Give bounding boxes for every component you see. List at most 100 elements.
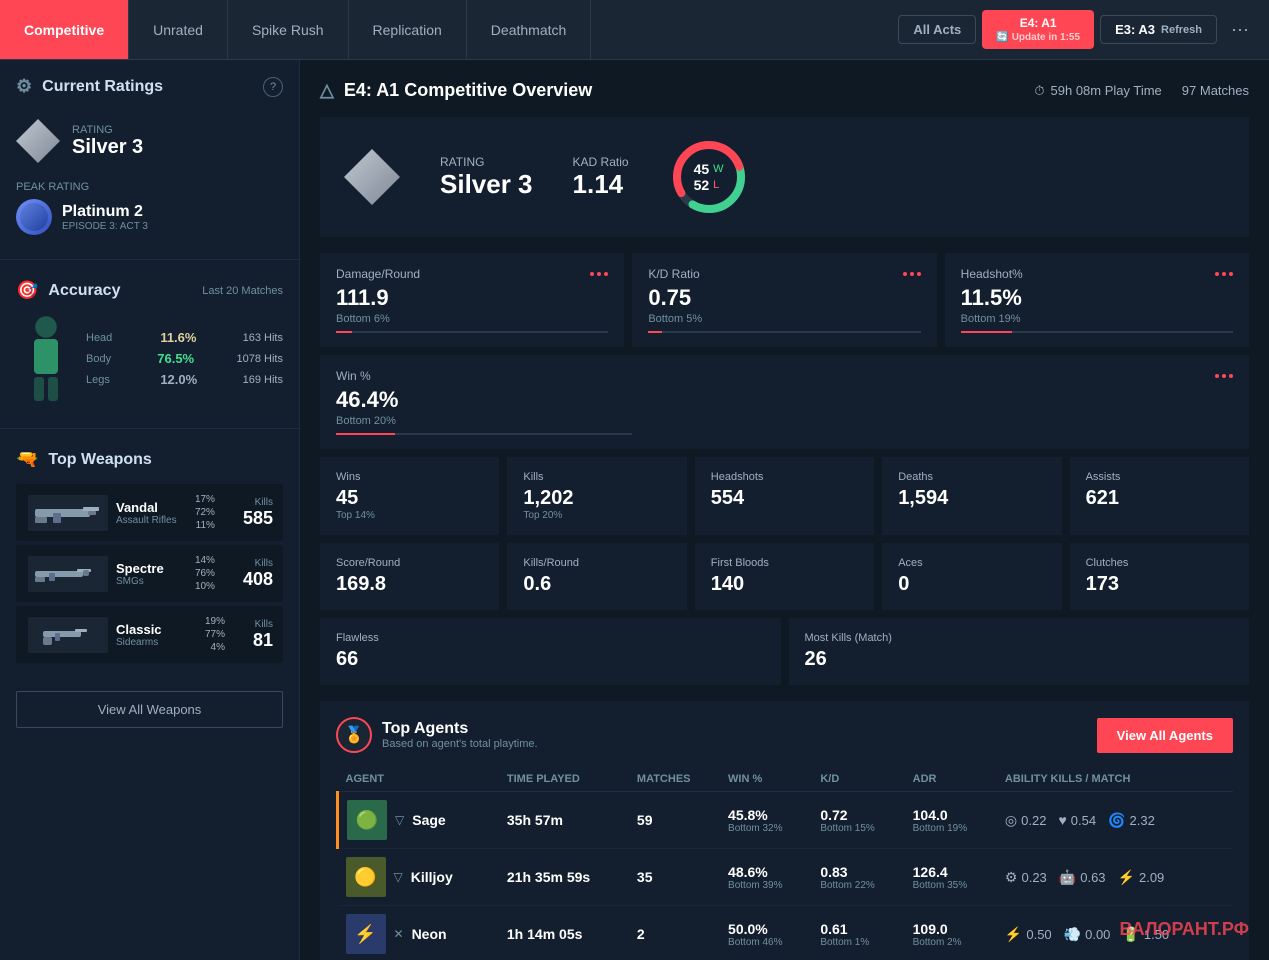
agent-killjoy-row: 🟡 ▽ Killjoy <box>346 857 491 897</box>
vandal-info: Vandal Assault Rifles <box>116 500 177 526</box>
ability-2-icon: ♥ <box>1058 812 1066 828</box>
ability-3-icon: 🌀 <box>1108 812 1125 829</box>
col-kd: K/D <box>812 767 904 792</box>
peak-rating-display: Platinum 2 EPISODE 3: ACT 3 <box>16 199 283 235</box>
classic-bars: 19% 77% 4% <box>195 616 245 653</box>
col-agent: Agent <box>338 767 499 792</box>
col-time-played: Time Played <box>499 767 629 792</box>
overview-title: △ E4: A1 Competitive Overview <box>320 80 592 101</box>
vandal-bars: 17% 72% 11% <box>185 494 235 531</box>
overview-header: △ E4: A1 Competitive Overview ⏱ 59h 08m … <box>320 80 1249 101</box>
top-weapons-section: 🔫 Top Weapons Vandal Assault Rifles <box>0 437 299 679</box>
stats-row-3: Score/Round 169.8 Kills/Round 0.6 First … <box>320 543 1249 610</box>
tab-unrated[interactable]: Unrated <box>129 0 228 59</box>
overview-icon: △ <box>320 80 334 101</box>
neon-ability-3-icon: 🔋 <box>1122 926 1139 943</box>
main-layout: ⚙ Current Ratings ? Rating Silver 3 Peak… <box>0 60 1269 960</box>
agent-sage-row: 🟢 ▽ Sage <box>347 800 491 840</box>
neon-role-icon: ✕ <box>394 927 404 941</box>
win-pct-card: Win % 46.4% Bottom 20% <box>320 355 1249 449</box>
sage-role-icon: ▽ <box>395 813 404 827</box>
e3a3-button[interactable]: E3: A3 Refresh <box>1100 15 1217 44</box>
stats-row-4: Flawless 66 Most Kills (Match) 26 <box>320 618 1249 685</box>
rating-card-diamond-icon <box>344 149 400 205</box>
nav-right-controls: All Acts E4: A1 🔄 Update in 1:55 E3: A3 … <box>886 0 1269 59</box>
spectre-image <box>28 556 108 592</box>
e4a1-button[interactable]: E4: A1 🔄 Update in 1:55 <box>982 10 1094 49</box>
stat-kills: Kills 1,202 Top 20% <box>507 457 686 535</box>
help-icon[interactable]: ? <box>263 77 283 97</box>
stat-deaths: Deaths 1,594 <box>882 457 1061 535</box>
sidebar: ⚙ Current Ratings ? Rating Silver 3 Peak… <box>0 60 300 960</box>
stat-headshots: Headshots 554 <box>695 457 874 535</box>
weapons-icon: 🔫 <box>16 449 38 470</box>
rating-card: Rating Silver 3 KAD Ratio 1.14 45 <box>320 117 1249 237</box>
accuracy-stats: Head 11.6% 163 Hits Body 76.5% 1078 Hits… <box>86 330 283 393</box>
stat-aces: Aces 0 <box>882 543 1061 610</box>
kad-info: KAD Ratio 1.14 <box>573 155 629 200</box>
col-matches: Matches <box>629 767 720 792</box>
spectre-kills: Kills 408 <box>243 558 273 590</box>
table-row: 🟢 ▽ Sage 35h 57m 59 45.8% <box>338 792 1234 849</box>
stats-row-2: Wins 45 Top 14% Kills 1,202 Top 20% Head… <box>320 457 1249 535</box>
current-ratings-title: ⚙ Current Ratings <box>16 76 163 97</box>
col-adr: ADR <box>905 767 997 792</box>
stat-hs-more-button[interactable] <box>1215 272 1233 276</box>
kj-ability-3-icon: ⚡ <box>1118 869 1135 886</box>
view-all-weapons-button[interactable]: View All Weapons <box>16 691 283 728</box>
peak-diamond-icon <box>16 199 52 235</box>
tab-competitive[interactable]: Competitive <box>0 0 129 59</box>
kj-ability-2-icon: 🤖 <box>1059 869 1076 886</box>
sage-avatar: 🟢 <box>347 800 387 840</box>
stat-kd-more-button[interactable] <box>903 272 921 276</box>
accuracy-body: Head 11.6% 163 Hits Body 76.5% 1078 Hits… <box>16 315 283 408</box>
killjoy-ability-kills: ⚙ 0.23 🤖 0.63 ⚡ 2.09 <box>1005 869 1225 886</box>
stat-headshot: Headshot% 11.5% Bottom 19% <box>945 253 1249 347</box>
killjoy-role-icon: ▽ <box>394 870 403 884</box>
agents-medal-icon: 🏅 <box>336 717 372 753</box>
main-content: △ E4: A1 Competitive Overview ⏱ 59h 08m … <box>300 60 1269 960</box>
more-options-button[interactable]: ··· <box>1223 19 1257 40</box>
stat-more-button[interactable] <box>590 272 608 276</box>
stat-kd-ratio: K/D Ratio 0.75 Bottom 5% <box>632 253 936 347</box>
current-rating-display: Rating Silver 3 <box>16 109 283 173</box>
spectre-bars: 14% 76% 10% <box>185 555 235 592</box>
view-all-agents-button[interactable]: View All Agents <box>1097 718 1233 753</box>
table-row: ⚡ ✕ Neon 1h 14m 05s 2 50.0% <box>338 906 1234 960</box>
stat-most-kills: Most Kills (Match) 26 <box>789 618 1250 685</box>
tab-spike-rush[interactable]: Spike Rush <box>228 0 349 59</box>
neon-ability-2-icon: 💨 <box>1064 926 1081 943</box>
all-acts-button[interactable]: All Acts <box>898 15 976 44</box>
rating-card-info: Rating Silver 3 <box>440 155 533 200</box>
top-weapons-title: 🔫 Top Weapons <box>16 449 283 470</box>
vandal-image <box>28 495 108 531</box>
match-count: 97 Matches <box>1182 83 1249 98</box>
stat-wins: Wins 45 Top 14% <box>320 457 499 535</box>
win-pct-more-button[interactable] <box>1215 374 1233 378</box>
stat-assists: Assists 621 <box>1070 457 1249 535</box>
body-figure <box>16 315 76 408</box>
stat-score-round: Score/Round 169.8 <box>320 543 499 610</box>
current-ratings-section: ⚙ Current Ratings ? Rating Silver 3 Peak… <box>0 60 299 251</box>
ability-1-icon: ◎ <box>1005 812 1017 829</box>
rating-diamond-icon <box>16 119 60 163</box>
agents-table: Agent Time Played Matches Win % K/D ADR … <box>336 767 1233 960</box>
stat-kills-round: Kills/Round 0.6 <box>507 543 686 610</box>
neon-ability-1-icon: ⚡ <box>1005 926 1022 943</box>
play-time: ⏱ 59h 08m Play Time <box>1034 83 1161 99</box>
killjoy-avatar: 🟡 <box>346 857 386 897</box>
accuracy-title: 🎯 Accuracy <box>16 280 120 301</box>
stat-flawless: Flawless 66 <box>320 618 781 685</box>
stat-clutches: Clutches 173 <box>1070 543 1249 610</box>
weapon-item-classic: Classic Sidearms 19% 77% 4% Kills <box>16 606 283 663</box>
kj-ability-1-icon: ⚙ <box>1005 869 1018 886</box>
top-agents-section: 🏅 Top Agents Based on agent's total play… <box>320 701 1249 960</box>
vandal-kills: Kills 585 <box>243 497 273 529</box>
stat-damage-round: Damage/Round 111.9 Bottom 6% <box>320 253 624 347</box>
clock-icon: ⏱ <box>1034 83 1044 99</box>
overview-meta: ⏱ 59h 08m Play Time 97 Matches <box>1034 83 1249 99</box>
col-win-pct: Win % <box>720 767 812 792</box>
agents-header: 🏅 Top Agents Based on agent's total play… <box>336 717 1233 753</box>
tab-deathmatch[interactable]: Deathmatch <box>467 0 591 59</box>
tab-replication[interactable]: Replication <box>349 0 467 59</box>
